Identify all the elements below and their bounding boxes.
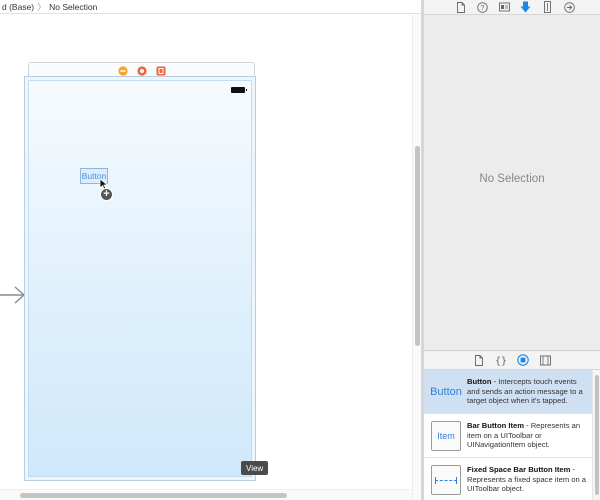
library-scrollbar[interactable] bbox=[592, 370, 600, 500]
breadcrumb: d (Base) 〉 No Selection bbox=[0, 0, 421, 14]
library-item-thumbnail: Item bbox=[428, 419, 464, 453]
library-item-title: Fixed Space Bar Button Item bbox=[467, 465, 571, 474]
file-template-icon[interactable] bbox=[473, 354, 485, 366]
view-controller-scene[interactable]: Button + bbox=[24, 76, 256, 481]
storyboard-canvas[interactable]: Button + View bbox=[0, 15, 412, 500]
inspector-panel: No Selection bbox=[424, 15, 600, 350]
library-scroll-thumb[interactable] bbox=[595, 375, 599, 495]
object-library-icon[interactable] bbox=[517, 354, 529, 366]
connections-inspector-icon[interactable] bbox=[563, 1, 575, 13]
breadcrumb-item-selection[interactable]: No Selection bbox=[49, 2, 97, 12]
code-snippet-icon[interactable]: {} bbox=[495, 354, 507, 366]
canvas-horizontal-scroll-thumb[interactable] bbox=[20, 493, 287, 498]
initial-view-controller-arrow-icon bbox=[0, 286, 26, 304]
library-item-thumbnail: Button bbox=[428, 375, 464, 409]
quick-help-icon[interactable]: ? bbox=[476, 1, 488, 13]
library-item-title: Bar Button Item bbox=[467, 421, 524, 430]
canvas-vertical-scroll-thumb[interactable] bbox=[415, 146, 420, 346]
breadcrumb-separator: 〉 bbox=[37, 2, 47, 12]
library-item-thumbnail bbox=[428, 463, 464, 497]
view-controller-icon[interactable] bbox=[117, 66, 128, 76]
canvas-vertical-scrollbar[interactable] bbox=[412, 15, 421, 500]
canvas-horizontal-scrollbar[interactable] bbox=[0, 489, 412, 500]
attributes-inspector-icon[interactable] bbox=[520, 1, 532, 13]
svg-text:{}: {} bbox=[495, 356, 507, 366]
view-tag: View bbox=[241, 461, 269, 475]
battery-icon bbox=[231, 87, 247, 93]
library-item-fixed-space[interactable]: Fixed Space Bar Button Item - Represents… bbox=[424, 458, 592, 500]
breadcrumb-item-storyboard[interactable]: d (Base) bbox=[2, 2, 34, 12]
identity-inspector-icon[interactable] bbox=[498, 1, 510, 13]
media-library-icon[interactable] bbox=[539, 354, 551, 366]
svg-text:?: ? bbox=[481, 5, 485, 12]
library-item-text: Button - Intercepts touch events and sen… bbox=[467, 370, 592, 413]
exit-icon[interactable] bbox=[156, 66, 166, 76]
library-item-text: Fixed Space Bar Button Item - Represents… bbox=[467, 458, 592, 500]
file-inspector-icon[interactable] bbox=[455, 1, 467, 13]
inspector-tab-bar: ? bbox=[424, 0, 600, 15]
drag-copy-plus-icon: + bbox=[100, 188, 113, 201]
library-item-button[interactable]: Button Button - Intercepts touch events … bbox=[424, 370, 592, 414]
no-selection-label: No Selection bbox=[479, 173, 545, 185]
object-library-list: Button Button - Intercepts touch events … bbox=[424, 370, 600, 500]
library-item-bar-button-item[interactable]: Item Bar Button Item - Represents an ite… bbox=[424, 414, 592, 458]
library-item-title: Button bbox=[467, 377, 492, 386]
first-responder-icon[interactable] bbox=[136, 66, 147, 76]
size-inspector-icon[interactable] bbox=[541, 1, 553, 13]
root-view[interactable]: Button + bbox=[28, 80, 252, 477]
button-thumbnail: Button bbox=[430, 386, 462, 398]
fixed-space-icon bbox=[431, 465, 461, 495]
library-tab-bar: {} bbox=[424, 350, 600, 370]
library-item-text: Bar Button Item - Represents an item on … bbox=[467, 414, 592, 457]
bar-button-item-thumbnail: Item bbox=[431, 421, 461, 451]
